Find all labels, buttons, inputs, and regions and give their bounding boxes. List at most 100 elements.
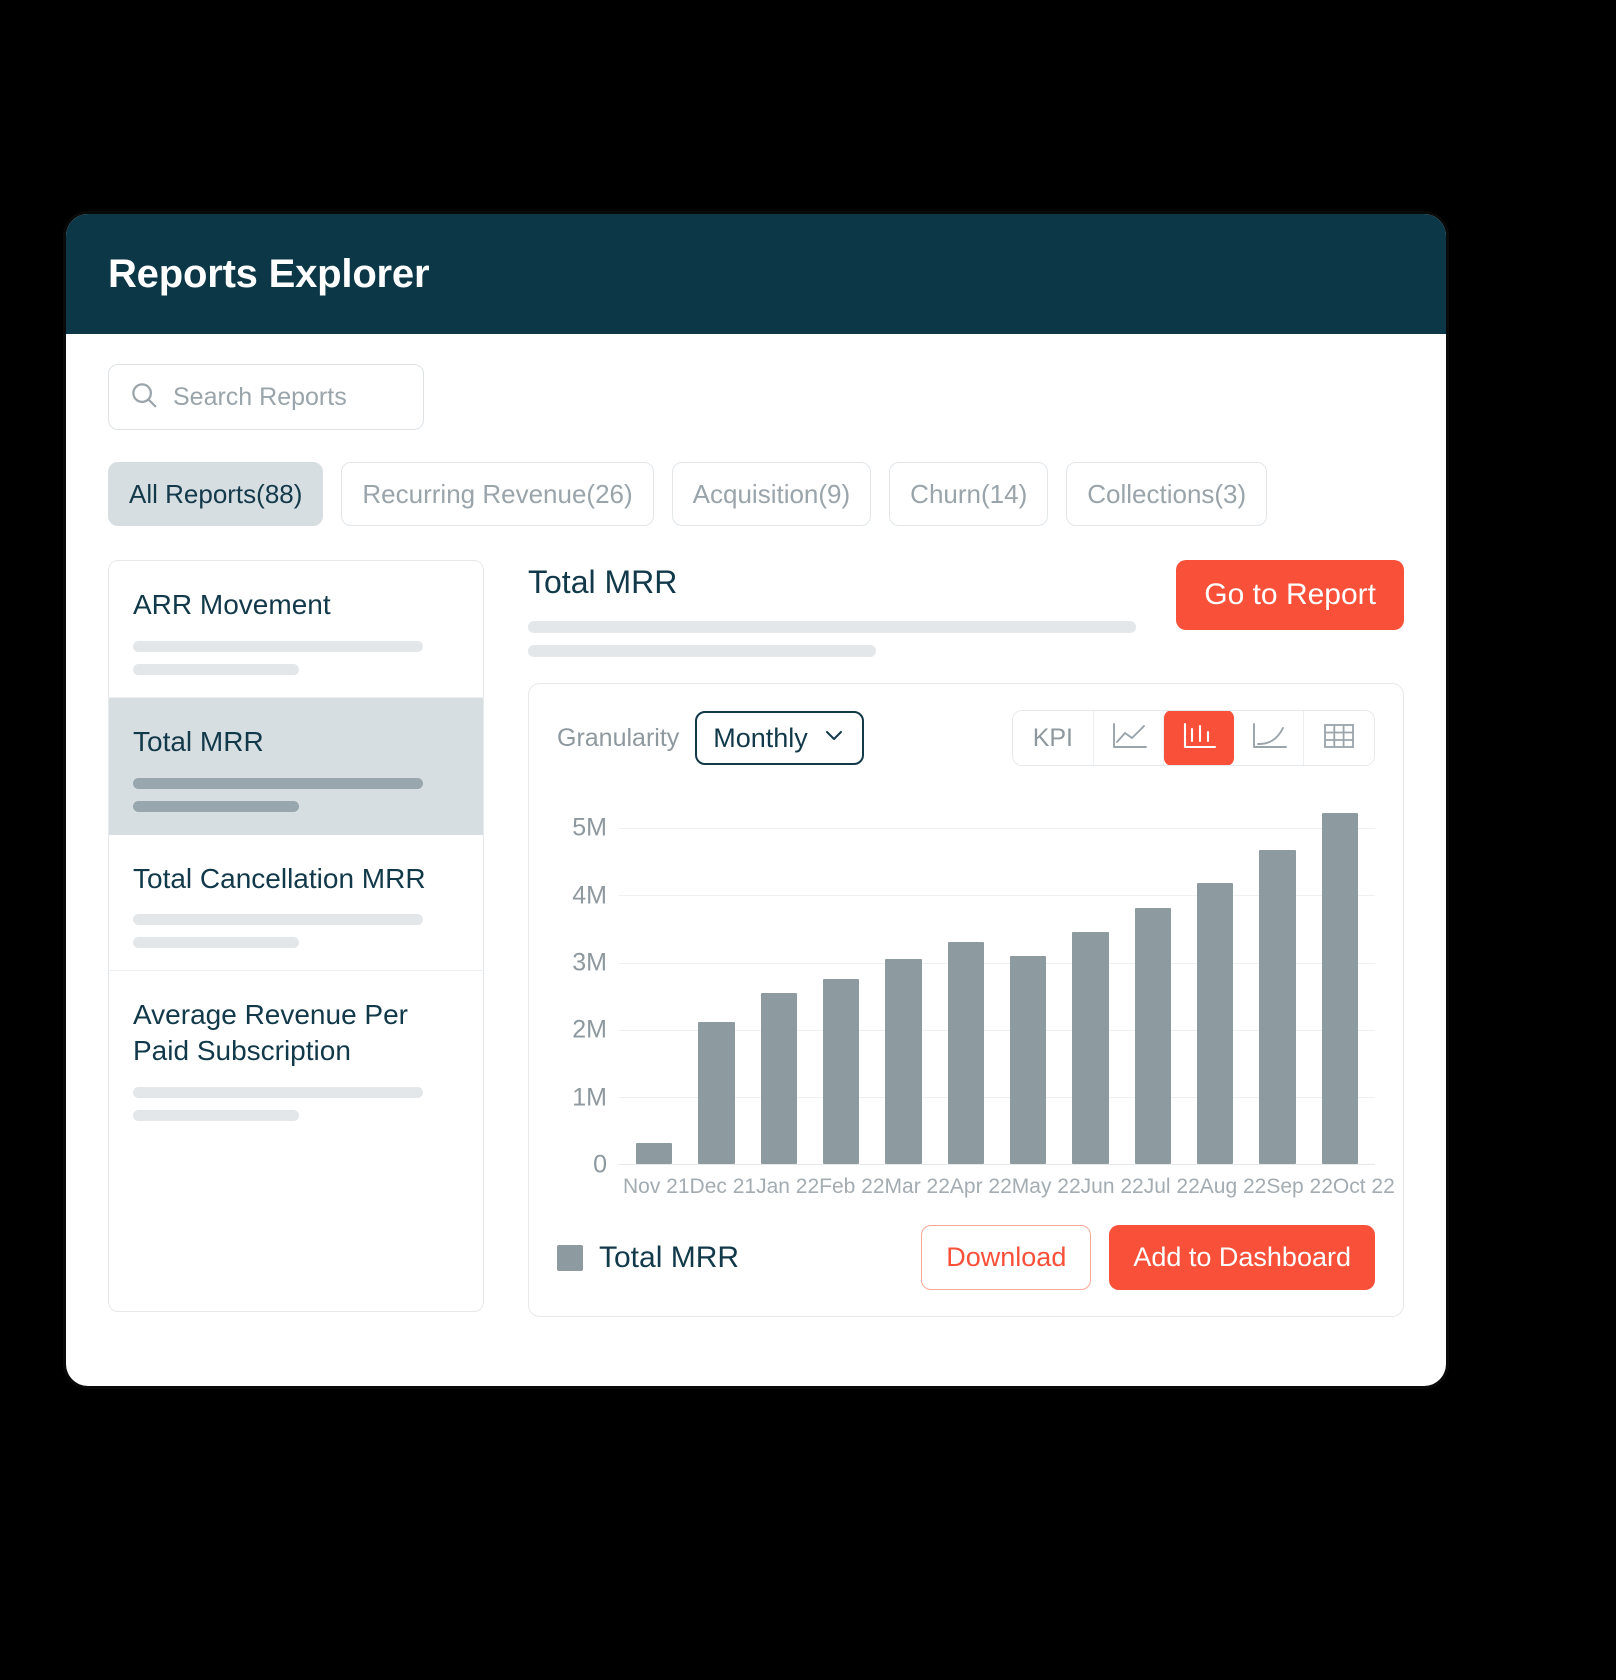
report-detail-title-block: Total MRR (528, 560, 1176, 657)
x-axis-tick: Aug 22 (1199, 1175, 1267, 1198)
view-bar-chart-button[interactable] (1164, 711, 1234, 765)
y-axis-tick: 0 (593, 1150, 607, 1179)
chevron-down-icon (822, 723, 846, 754)
search-icon (129, 380, 159, 415)
placeholder-line (528, 621, 1136, 633)
go-to-report-button[interactable]: Go to Report (1176, 560, 1404, 630)
bar[interactable] (1134, 908, 1171, 1164)
list-item[interactable]: Total MRR (109, 697, 483, 835)
line-chart-icon (1109, 720, 1149, 757)
placeholder-line (528, 645, 876, 657)
search-placeholder: Search Reports (173, 382, 347, 411)
reports-list: ARR Movement Total MRR Total Cancellatio… (108, 560, 484, 1312)
bar-slot (935, 788, 997, 1164)
y-axis-tick: 2M (572, 1015, 607, 1044)
view-area-chart-button[interactable] (1234, 711, 1304, 765)
bar-slot (623, 788, 685, 1164)
bar-slot (1246, 788, 1308, 1164)
legend-label: Total MRR (599, 1240, 740, 1274)
list-item[interactable]: Average Revenue Per Paid Subscription (109, 971, 483, 1143)
bar[interactable] (698, 1021, 735, 1164)
bar-series (619, 788, 1375, 1164)
granularity-control: Granularity Monthly (557, 711, 864, 765)
x-axis-tick: Oct 22 (1332, 1175, 1395, 1198)
chart-card: Granularity Monthly KPI 0 1M 2M 3M 4M 5M… (528, 683, 1404, 1317)
view-table-button[interactable] (1304, 711, 1374, 765)
area-chart-icon (1249, 720, 1289, 757)
bar-slot (1309, 788, 1371, 1164)
bar-slot (748, 788, 810, 1164)
x-axis-tick: Mar 22 (884, 1175, 950, 1198)
placeholder-line (133, 1110, 299, 1122)
x-axis-tick: Jan 22 (756, 1175, 820, 1198)
view-type-switch: KPI (1011, 710, 1375, 766)
bar-slot (997, 788, 1059, 1164)
chart-toolbar: Granularity Monthly KPI (557, 710, 1375, 766)
bar-slot (1059, 788, 1121, 1164)
placeholder-line (133, 914, 423, 926)
bar[interactable] (1197, 882, 1234, 1164)
bar-slot (810, 788, 872, 1164)
x-axis-tick: Apr 22 (949, 1175, 1012, 1198)
x-axis-tick: Jun 22 (1080, 1175, 1144, 1198)
report-title: Total MRR (133, 725, 264, 757)
report-detail-title: Total MRR (528, 564, 678, 600)
placeholder-line (133, 663, 299, 675)
download-button[interactable]: Download (921, 1225, 1092, 1290)
chart-legend: Total MRR (557, 1241, 739, 1275)
y-axis-tick: 5M (572, 813, 607, 842)
search-input[interactable]: Search Reports (108, 364, 424, 430)
bar[interactable] (1010, 955, 1047, 1164)
chart-actions: Download Add to Dashboard (921, 1225, 1375, 1290)
bar[interactable] (947, 941, 984, 1164)
x-axis-tick: Jul 22 (1143, 1175, 1200, 1198)
app-titlebar: Reports Explorer (66, 214, 1446, 334)
x-axis-tick: May 22 (1011, 1175, 1081, 1198)
bar-chart-icon (1179, 720, 1219, 757)
list-item[interactable]: Total Cancellation MRR (109, 835, 483, 972)
y-axis-tick: 3M (572, 948, 607, 977)
placeholder-line (133, 1087, 423, 1099)
x-axis-tick: Feb 22 (819, 1175, 885, 1198)
list-item[interactable]: ARR Movement (109, 561, 483, 698)
filter-chip-group: All Reports(88) Recurring Revenue(26) Ac… (108, 462, 1404, 526)
bar[interactable] (636, 1143, 673, 1164)
y-axis: 0 1M 2M 3M 4M 5M (557, 788, 619, 1179)
bar[interactable] (1072, 932, 1109, 1164)
filter-chip-recurring-revenue[interactable]: Recurring Revenue(26) (341, 462, 654, 526)
filter-chip-acquisition[interactable]: Acquisition(9) (671, 462, 872, 526)
chart-footer: Total MRR Download Add to Dashboard (557, 1225, 1375, 1290)
bar[interactable] (1321, 812, 1358, 1164)
bar-slot (872, 788, 934, 1164)
x-axis: Nov 21 Dec 21 Jan 22 Feb 22 Mar 22 Apr 22 May … (619, 1175, 1395, 1199)
granularity-select[interactable]: Monthly (695, 711, 864, 765)
bar[interactable] (1259, 850, 1296, 1164)
granularity-label: Granularity (557, 723, 680, 752)
report-detail-header: Total MRR Go to Report (528, 560, 1404, 657)
add-to-dashboard-button[interactable]: Add to Dashboard (1109, 1225, 1375, 1290)
view-line-chart-button[interactable] (1094, 711, 1164, 765)
y-axis-tick: 4M (572, 881, 607, 910)
bar[interactable] (760, 993, 797, 1164)
report-title: Average Revenue Per Paid Subscription (133, 999, 408, 1067)
page-title: Reports Explorer (108, 251, 430, 296)
app-window: Reports Explorer Search Reports All Repo… (66, 214, 1446, 1386)
bar[interactable] (823, 979, 860, 1164)
placeholder-line (133, 800, 299, 812)
placeholder-line (133, 640, 423, 652)
table-icon (1322, 721, 1356, 756)
filter-chip-churn[interactable]: Churn(14) (889, 462, 1049, 526)
y-axis-tick: 1M (572, 1083, 607, 1112)
filter-chip-collections[interactable]: Collections(3) (1066, 462, 1268, 526)
x-axis-tick: Dec 21 (689, 1175, 757, 1198)
view-kpi-button[interactable]: KPI (1012, 711, 1094, 765)
granularity-value: Monthly (713, 722, 808, 753)
filter-chip-all-reports[interactable]: All Reports(88) (108, 462, 324, 526)
report-detail-panel: Total MRR Go to Report Granularity Month… (528, 560, 1404, 1317)
bar[interactable] (885, 958, 922, 1164)
placeholder-line (133, 777, 423, 789)
screen-root: Reports Explorer Search Reports All Repo… (0, 0, 1616, 1680)
app-body: Search Reports All Reports(88) Recurring… (66, 334, 1446, 1317)
bar-slot (1184, 788, 1246, 1164)
bar-slot (1122, 788, 1184, 1164)
